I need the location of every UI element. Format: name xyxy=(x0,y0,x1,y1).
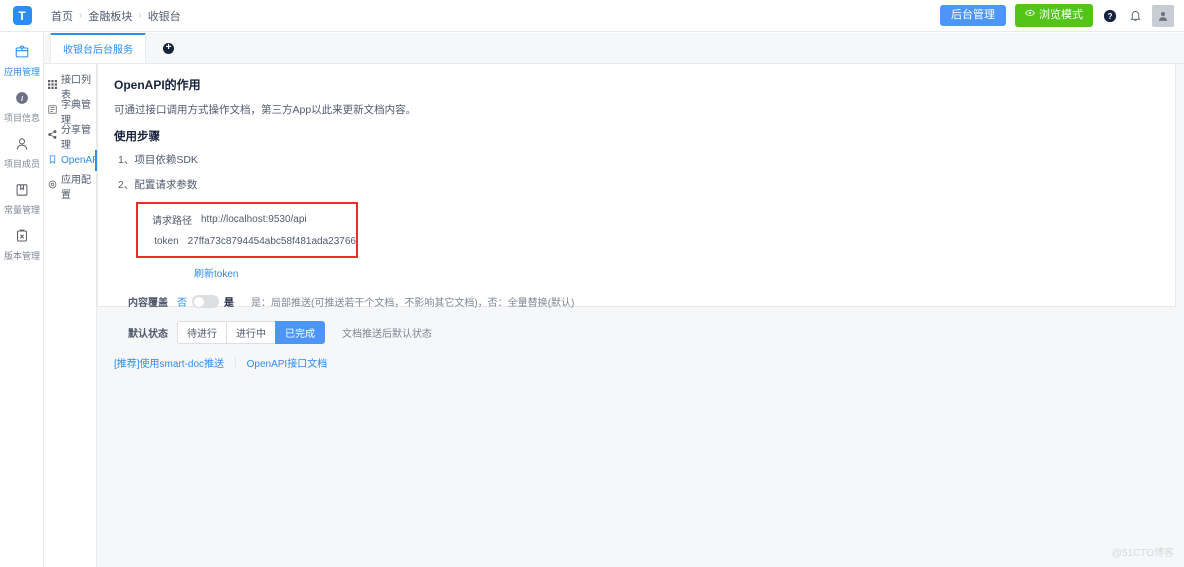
user-icon xyxy=(14,136,30,157)
usage-step-2: 2、配置请求参数 xyxy=(118,179,198,191)
breadcrumb-item-finance[interactable]: 金融板块 xyxy=(88,8,132,24)
override-off-label: 否 xyxy=(177,298,187,309)
sidebar-item-label: 常量管理 xyxy=(3,205,40,215)
request-path-row: 请求路径 http://localhost:9530/api xyxy=(138,212,356,227)
bookmark-icon xyxy=(48,155,57,167)
eye-icon xyxy=(1025,8,1035,22)
default-status-row: 默认状态 待进行 进行中 已完成 文档推送后默认状态 xyxy=(114,321,1159,344)
token-label: token xyxy=(154,236,179,247)
content-override-hint: 是：局部推送(可推送若干个文档，不影响其它文档)，否：全量替换(默认) xyxy=(251,298,575,309)
request-path-value: http://localhost:9530/api xyxy=(201,214,307,225)
override-on-label: 是 xyxy=(224,298,234,309)
subnav-item-label: 应用配置 xyxy=(61,174,91,201)
sidebar-item-label: 版本管理 xyxy=(3,251,40,261)
primary-sidebar: 应用管理 i 项目信息 项目成员 常量管理 版本管理 xyxy=(0,32,44,567)
smart-doc-push-link[interactable]: [推荐]使用smart-doc推送 xyxy=(114,355,224,370)
status-option-pending[interactable]: 待进行 xyxy=(177,321,227,344)
subnav-item-app-config[interactable]: 应用配置 xyxy=(44,173,96,201)
status-option-in-progress[interactable]: 进行中 xyxy=(226,321,276,344)
svg-text:?: ? xyxy=(1108,12,1113,21)
book-icon xyxy=(14,182,30,203)
logo[interactable]: T xyxy=(0,0,44,32)
grid-icon xyxy=(48,79,57,92)
refresh-token-link[interactable]: 刷新token xyxy=(194,265,238,280)
default-status-hint: 文档推送后默认状态 xyxy=(342,329,432,340)
openapi-card: OpenAPI的作用 可通过接口调用方式操作文档，第三方App以此来更新文档内容… xyxy=(97,64,1176,370)
clipboard-icon xyxy=(14,228,30,249)
share-icon xyxy=(48,129,57,142)
notifications-bell-icon[interactable] xyxy=(1127,8,1143,24)
subnav-item-openapi[interactable]: OpenAPI xyxy=(44,148,102,173)
openapi-purpose-title: OpenAPI的作用 xyxy=(114,78,201,92)
openapi-card-body: OpenAPI的作用 可通过接口调用方式操作文档，第三方App以此来更新文档内容… xyxy=(98,64,1175,344)
usage-steps-title: 使用步骤 xyxy=(114,131,160,143)
sidebar-item-app-management[interactable]: 应用管理 xyxy=(0,38,44,84)
help-icon[interactable]: ? xyxy=(1102,8,1118,24)
breadcrumb-separator-icon: › xyxy=(138,10,142,21)
logo-square: T xyxy=(12,6,32,25)
request-path-label: 请求路径 xyxy=(152,216,192,227)
sidebar-item-project-info[interactable]: i 项目信息 xyxy=(0,84,44,130)
add-tab-button[interactable]: + xyxy=(146,33,191,63)
sidebar-item-label: 应用管理 xyxy=(3,67,40,77)
breadcrumb-item-cashier[interactable]: 收银台 xyxy=(148,8,181,24)
toggle-knob xyxy=(193,296,204,307)
secondary-sidebar: 接口列表 字典管理 分享管理 OpenAPI 应用配置 xyxy=(44,64,102,567)
tab-cashier-backend-service[interactable]: 收银台后台服务 xyxy=(50,33,146,63)
app-box-icon xyxy=(14,44,30,65)
default-status-label: 默认状态 xyxy=(128,329,168,340)
tab-label: 收银台后台服务 xyxy=(63,45,133,56)
top-bar-actions: 后台管理 浏览模式 ? xyxy=(940,4,1184,27)
subnav-item-label: 分享管理 xyxy=(61,124,91,151)
openapi-docs-link[interactable]: OpenAPI接口文档 xyxy=(247,355,328,370)
subnav-item-dictionary-management[interactable]: 字典管理 xyxy=(44,98,96,126)
subnav-item-share-management[interactable]: 分享管理 xyxy=(44,123,96,151)
sidebar-item-label: 项目信息 xyxy=(3,113,40,123)
usage-step-1: 1、项目依赖SDK xyxy=(118,154,198,166)
request-params-highlight-box: 请求路径 http://localhost:9530/api token 27f… xyxy=(136,202,358,258)
dictionary-icon xyxy=(48,104,57,117)
plus-icon: + xyxy=(163,42,174,54)
openapi-purpose-description: 可通过接口调用方式操作文档，第三方App以此来更新文档内容。 xyxy=(114,104,417,116)
settings-gear-icon xyxy=(48,180,57,192)
link-separator: | xyxy=(234,357,237,368)
browse-mode-label: 浏览模式 xyxy=(1039,8,1083,21)
status-option-completed[interactable]: 已完成 xyxy=(275,321,325,344)
footer-links: [推荐]使用smart-doc推送 | OpenAPI接口文档 xyxy=(98,355,1175,370)
sidebar-item-version-management[interactable]: 版本管理 xyxy=(0,222,44,268)
application-window: T 首页 › 金融板块 › 收银台 后台管理 浏览模式 ? 应用管理 i 项目信… xyxy=(0,0,1184,567)
breadcrumb: 首页 › 金融板块 › 收银台 xyxy=(44,8,181,24)
default-status-button-group: 待进行 进行中 已完成 xyxy=(177,321,325,344)
browse-mode-button[interactable]: 浏览模式 xyxy=(1015,4,1093,27)
user-avatar[interactable] xyxy=(1152,4,1174,27)
breadcrumb-item-home[interactable]: 首页 xyxy=(51,8,73,24)
tab-strip: 收银台后台服务 + xyxy=(44,33,1184,64)
content-override-toggle[interactable] xyxy=(192,295,219,308)
token-row: token 27ffa73c8794454abc58f481ada23766 xyxy=(138,236,356,247)
sidebar-item-constant-management[interactable]: 常量管理 xyxy=(0,176,44,222)
watermark: @51CTO博客 xyxy=(1111,548,1174,559)
subnav-item-interface-list[interactable]: 接口列表 xyxy=(44,73,96,101)
admin-console-button[interactable]: 后台管理 xyxy=(940,4,1006,27)
token-value: 27ffa73c8794454abc58f481ada23766 xyxy=(187,236,356,247)
info-circle-icon: i xyxy=(14,90,30,111)
content-override-label: 内容覆盖 xyxy=(128,298,168,309)
sidebar-item-project-members[interactable]: 项目成员 xyxy=(0,130,44,176)
main-content: OpenAPI的作用 可通过接口调用方式操作文档，第三方App以此来更新文档内容… xyxy=(97,64,1184,567)
subnav-item-label: OpenAPI xyxy=(61,155,102,166)
breadcrumb-separator-icon: › xyxy=(79,10,83,21)
content-override-row: 内容覆盖 否 是 是：局部推送(可推送若干个文档，不影响其它文档)，否：全量替换… xyxy=(114,294,1159,309)
top-bar: T 首页 › 金融板块 › 收银台 后台管理 浏览模式 ? xyxy=(0,0,1184,32)
sidebar-item-label: 项目成员 xyxy=(3,159,40,169)
